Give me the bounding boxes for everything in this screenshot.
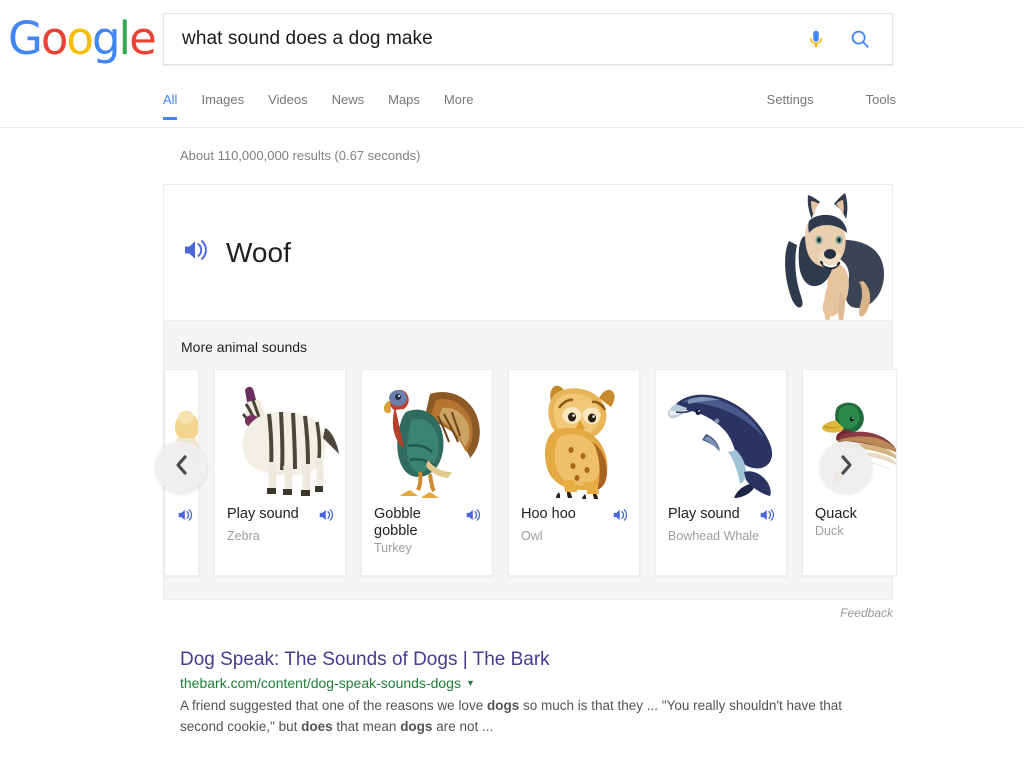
whale-image — [656, 370, 786, 502]
carousel-track[interactable]: Play sound Zebra Gobble gobble Turkey Ho… — [155, 369, 897, 581]
google-logo[interactable]: Google — [8, 12, 157, 65]
card-subtitle: Duck — [815, 524, 844, 538]
search-box[interactable] — [163, 13, 893, 65]
carousel-title: More animal sounds — [181, 339, 308, 355]
card-label: Hoo hoo — [521, 506, 576, 522]
owl-label-row: Hoo hoo — [509, 502, 639, 528]
speaker-icon[interactable] — [759, 506, 778, 528]
dog-husky-illustration — [767, 185, 892, 320]
chevron-down-icon[interactable]: ▼ — [466, 674, 475, 692]
page-header: Google All Images Videos News Maps More — [0, 0, 1024, 128]
card-subtitle: Turkey — [374, 541, 412, 555]
microphone-icon[interactable] — [794, 17, 838, 61]
animal-sound-text: Woof — [226, 236, 291, 268]
speaker-icon[interactable] — [612, 506, 631, 528]
tab-images[interactable]: Images — [201, 88, 260, 120]
tab-news[interactable]: News — [332, 88, 381, 120]
card-label: Play sound — [227, 506, 299, 522]
card-label: Quack — [815, 506, 857, 522]
nav-tools: Settings Tools — [767, 88, 896, 120]
turkey-label-row: Gobble gobble — [362, 502, 492, 540]
tab-more[interactable]: More — [444, 88, 490, 120]
card-label: Gobble gobble — [374, 506, 421, 539]
search-result-item: Dog Speak: The Sounds of Dogs | The Bark… — [180, 648, 870, 737]
carousel-card-whale[interactable]: Play sound Bowhead Whale — [655, 369, 787, 576]
zebra-image — [215, 370, 345, 502]
card-subtitle: Owl — [521, 529, 543, 543]
nav-tabs: All Images Videos News Maps More — [163, 88, 498, 120]
card-subtitle: Bowhead Whale — [668, 529, 760, 543]
search-nav: All Images Videos News Maps More Setting… — [163, 88, 1024, 128]
settings-button[interactable]: Settings — [767, 88, 814, 120]
answer-top-section: Woof — [164, 185, 892, 320]
answer-card: Woof More animal sounds Play sound Zebra… — [155, 184, 897, 600]
search-icon[interactable] — [838, 17, 882, 61]
speaker-icon[interactable] — [465, 506, 484, 528]
owl-image — [509, 370, 639, 502]
search-input[interactable] — [164, 28, 794, 50]
logo-letter-e: e — [129, 12, 157, 65]
results-column: About 110,000,000 results (0.67 seconds)… — [0, 128, 1024, 737]
chevron-right-icon — [838, 454, 855, 481]
result-stats: About 110,000,000 results (0.67 seconds) — [180, 148, 421, 163]
whale-label-row: Play sound — [656, 502, 786, 528]
logo-letter-o2: o — [66, 12, 94, 65]
turkey-image — [362, 370, 492, 502]
tab-maps[interactable]: Maps — [388, 88, 436, 120]
card-label: Play sound — [668, 506, 740, 522]
logo-letter-g2: g — [91, 12, 121, 65]
speaker-icon[interactable] — [182, 237, 212, 268]
chevron-left-icon — [173, 454, 190, 481]
partial-label-row — [165, 502, 198, 528]
play-sound-main[interactable]: Woof — [182, 237, 291, 268]
speaker-icon[interactable] — [318, 506, 337, 528]
animal-sounds-carousel: More animal sounds Play sound Zebra Gobb… — [155, 320, 897, 599]
tab-all[interactable]: All — [163, 88, 193, 120]
carousel-next-button[interactable] — [820, 441, 872, 493]
logo-letter-l: l — [118, 12, 131, 65]
carousel-card-owl[interactable]: Hoo hoo Owl — [508, 369, 640, 576]
tab-videos[interactable]: Videos — [268, 88, 324, 120]
feedback-link[interactable]: Feedback — [163, 600, 893, 620]
logo-letter-o1: o — [40, 12, 69, 65]
carousel-prev-button[interactable] — [155, 441, 207, 493]
result-snippet: A friend suggested that one of the reaso… — [180, 698, 843, 734]
result-url: thebark.com/content/dog-speak-sounds-dog… — [180, 675, 461, 691]
carousel-card-zebra[interactable]: Play sound Zebra — [214, 369, 346, 576]
logo-letter-g1: G — [8, 12, 43, 65]
card-subtitle: Zebra — [227, 529, 260, 543]
zebra-label-row: Play sound — [215, 502, 345, 528]
result-title-link[interactable]: Dog Speak: The Sounds of Dogs | The Bark — [180, 648, 550, 672]
carousel-card-turkey[interactable]: Gobble gobble Turkey — [361, 369, 493, 576]
tools-button[interactable]: Tools — [866, 88, 896, 120]
speaker-icon[interactable] — [177, 506, 196, 528]
duck-label-row: Quack — [803, 502, 896, 523]
result-url-row: thebark.com/content/dog-speak-sounds-dog… — [180, 674, 870, 692]
